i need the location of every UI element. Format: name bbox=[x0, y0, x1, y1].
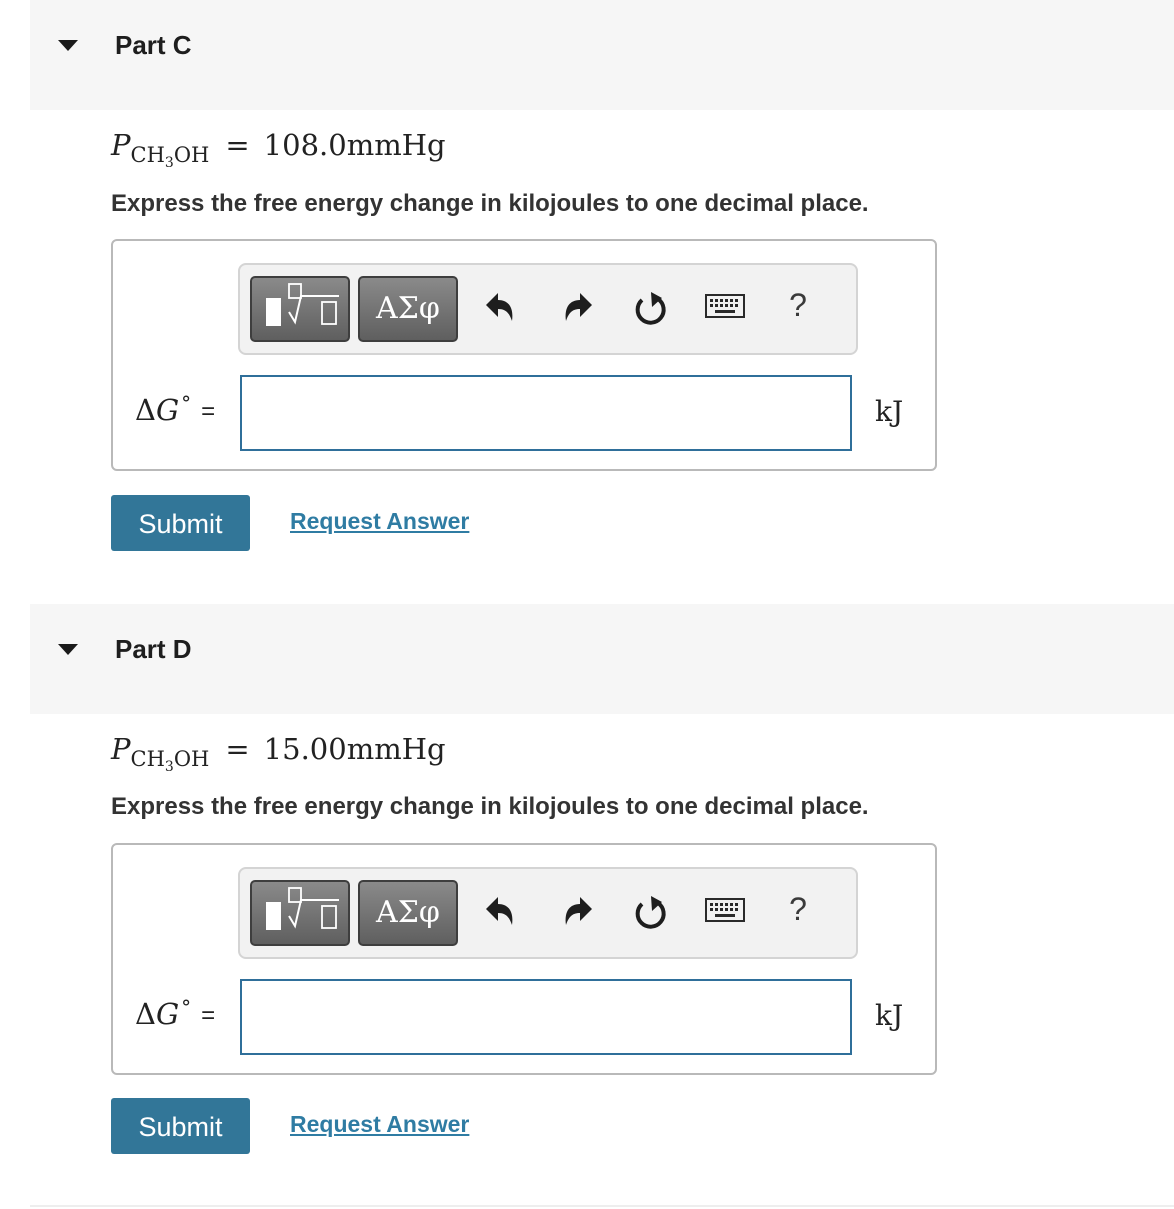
part-title: Part C bbox=[115, 30, 192, 60]
pressure-formula: PCH3OH = 108.0mmHg bbox=[111, 128, 446, 171]
help-icon[interactable]: ? bbox=[785, 287, 811, 331]
templates-button[interactable] bbox=[250, 276, 350, 342]
redo-icon[interactable] bbox=[558, 287, 598, 331]
g-variable: G bbox=[155, 997, 180, 1031]
undo-icon[interactable] bbox=[480, 287, 520, 331]
reset-icon[interactable] bbox=[630, 891, 670, 935]
pressure-value: 15.00mmHg bbox=[263, 732, 446, 766]
unit-label: kJ bbox=[875, 395, 904, 428]
greek-symbols-label: ΑΣφ bbox=[376, 291, 440, 326]
templates-button[interactable] bbox=[250, 880, 350, 946]
section-divider bbox=[30, 1205, 1174, 1207]
math-toolbar: ΑΣφ ? bbox=[238, 867, 858, 959]
submit-button[interactable]: Submit bbox=[111, 1098, 250, 1154]
request-answer-link[interactable]: Request Answer bbox=[290, 1111, 469, 1138]
undo-icon[interactable] bbox=[480, 891, 520, 935]
delta-g-label: ΔG ° = bbox=[135, 995, 216, 1031]
delta-symbol: Δ bbox=[135, 997, 156, 1031]
redo-icon[interactable] bbox=[558, 891, 598, 935]
equals-sign: = bbox=[225, 732, 250, 766]
answer-box: ΑΣφ ? ΔG ° = kJ bbox=[111, 239, 937, 471]
delta-g-label: ΔG ° = bbox=[135, 391, 216, 427]
answer-box: ΑΣφ ? ΔG ° = kJ bbox=[111, 843, 937, 1075]
answer-input[interactable] bbox=[240, 375, 852, 451]
equals-sign: = bbox=[225, 128, 250, 162]
submit-button[interactable]: Submit bbox=[111, 495, 250, 551]
subscript-main: CH bbox=[130, 143, 165, 167]
collapse-caret-icon[interactable] bbox=[58, 644, 78, 655]
pressure-variable: P bbox=[111, 128, 131, 162]
part-c-header[interactable] bbox=[30, 0, 1174, 110]
math-toolbar: ΑΣφ ? bbox=[238, 263, 858, 355]
subscript-tail: OH bbox=[173, 747, 210, 771]
templates-icon bbox=[266, 283, 339, 326]
help-icon[interactable]: ? bbox=[785, 891, 811, 935]
keyboard-icon[interactable] bbox=[705, 897, 745, 925]
delta-symbol: Δ bbox=[135, 393, 156, 427]
instruction-text: Express the free energy change in kilojo… bbox=[111, 793, 869, 820]
subscript-digit: 3 bbox=[164, 155, 174, 171]
pressure-subscript: CH3OH bbox=[130, 143, 210, 171]
part-title: Part D bbox=[115, 634, 192, 664]
subscript-main: CH bbox=[130, 747, 165, 771]
pressure-formula: PCH3OH = 15.00mmHg bbox=[111, 732, 446, 775]
degree-symbol: ° bbox=[181, 995, 192, 1019]
lhs-equals-sign: = bbox=[201, 398, 216, 425]
part-d-header[interactable] bbox=[30, 604, 1174, 714]
unit-label: kJ bbox=[875, 999, 904, 1032]
pressure-value: 108.0mmHg bbox=[263, 128, 446, 162]
pressure-subscript: CH3OH bbox=[130, 747, 210, 775]
pressure-variable: P bbox=[111, 732, 131, 766]
degree-symbol: ° bbox=[181, 391, 192, 415]
lhs-equals-sign: = bbox=[201, 1002, 216, 1029]
greek-symbols-button[interactable]: ΑΣφ bbox=[358, 276, 458, 342]
keyboard-icon[interactable] bbox=[705, 293, 745, 321]
greek-symbols-label: ΑΣφ bbox=[376, 895, 440, 930]
greek-symbols-button[interactable]: ΑΣφ bbox=[358, 880, 458, 946]
templates-icon bbox=[266, 887, 339, 930]
request-answer-link[interactable]: Request Answer bbox=[290, 508, 469, 535]
reset-icon[interactable] bbox=[630, 287, 670, 331]
answer-input[interactable] bbox=[240, 979, 852, 1055]
instruction-text: Express the free energy change in kilojo… bbox=[111, 190, 869, 217]
subscript-digit: 3 bbox=[164, 759, 174, 775]
collapse-caret-icon[interactable] bbox=[58, 40, 78, 51]
subscript-tail: OH bbox=[173, 143, 210, 167]
g-variable: G bbox=[155, 393, 180, 427]
